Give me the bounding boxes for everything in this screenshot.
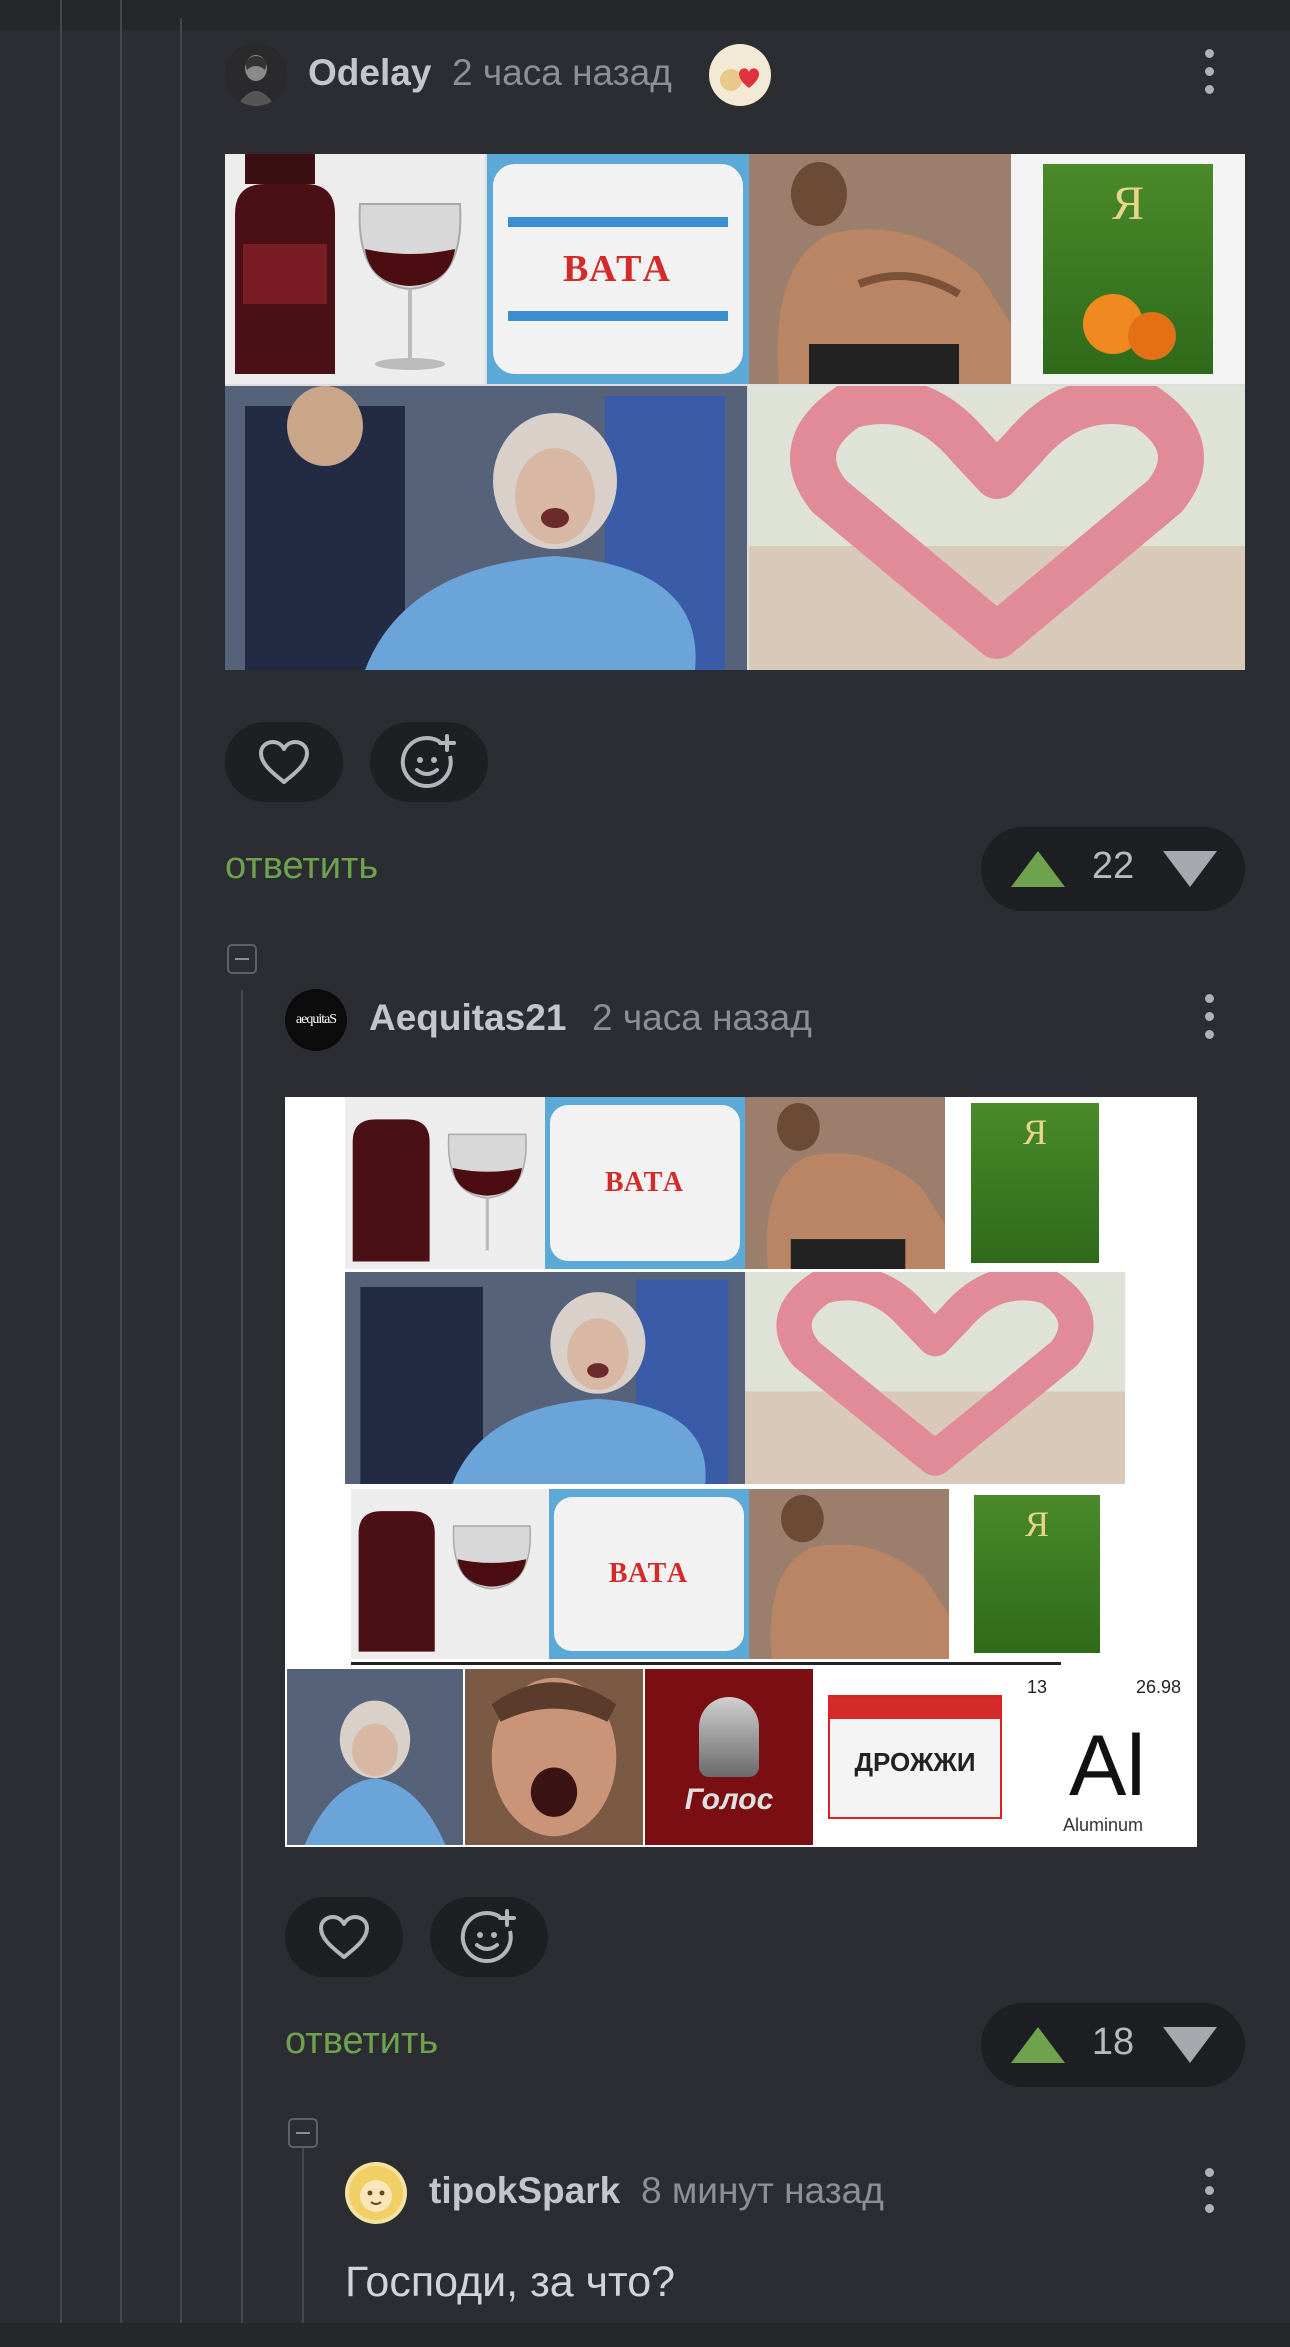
yeast-label: ДРОЖЖИ [854,1746,976,1777]
avatar[interactable] [345,2162,407,2224]
thread-line-4[interactable] [241,990,243,2323]
avatar[interactable]: aequitaS [285,989,347,1051]
upvote-arrow-icon[interactable] [1011,2027,1065,2063]
username[interactable]: tipokSpark [429,2170,620,2212]
rating-value: 18 [1091,2021,1135,2063]
add-emoji-icon [400,734,456,789]
wine-tile [345,1097,545,1269]
screaming-man-tile [465,1669,643,1845]
vata-tile: ВАТА [549,1489,749,1659]
heart-hands-tile [749,386,1245,670]
divider-line [351,1662,1061,1665]
more-options-button[interactable] [1203,2168,1215,2220]
grandma-tile [225,386,747,670]
collapse-thread-button[interactable] [227,944,257,974]
golos-label: Голос [684,1783,774,1816]
username[interactable]: Aequitas21 [369,997,566,1039]
grandma-small-tile [287,1669,463,1845]
fighter-tile [749,154,1011,384]
avatar[interactable] [225,44,287,106]
rating-value: 22 [1091,845,1135,887]
rating-widget: 18 [981,2003,1245,2087]
thread-line-3[interactable] [180,18,182,2323]
username[interactable]: Odelay [308,52,431,94]
element-symbol: Al [1069,1718,1146,1814]
wine-tile [351,1489,549,1659]
avatar-text: aequitaS [295,1012,337,1027]
award-badge-icon[interactable] [709,44,771,106]
like-button[interactable] [225,722,343,802]
comment-time: 2 часа назад [592,997,812,1038]
aluminum-tile: 13 26.98 Al Aluminum [1017,1669,1195,1845]
element-number: 13 [1027,1677,1048,1697]
comment-image[interactable]: ВАТА Я [225,154,1245,670]
comment-time: 2 часа назад [452,52,672,93]
reply-button[interactable]: ответить [285,2020,438,2063]
vata-label: ВАТА [608,1558,690,1589]
wine-tile [225,154,485,384]
collapse-thread-button[interactable] [288,2118,318,2148]
juice-tile: Я [1011,154,1245,384]
more-vertical-icon [1204,2168,1214,2177]
vata-tile: ВАТА [545,1097,745,1269]
avatar-emoji-icon [349,2166,403,2220]
more-options-button[interactable] [1203,994,1215,1046]
upvote-arrow-icon[interactable] [1011,851,1065,887]
top-bar [0,0,1290,30]
reaction-button[interactable] [430,1897,548,1977]
more-options-button[interactable] [1203,49,1215,101]
golos-tile: Голос [645,1669,813,1845]
bottom-bar [0,2323,1290,2347]
comment-text: Господи, за что? [345,2258,676,2306]
downvote-arrow-icon[interactable] [1163,2027,1217,2063]
juice-label: Я [1111,177,1144,230]
comment-time: 8 минут назад [641,2170,884,2211]
more-vertical-icon [1204,994,1214,1003]
vata-label: ВАТА [563,248,673,290]
thread-line-2[interactable] [120,0,122,2323]
vata-tile: ВАТА [487,154,749,384]
reply-button[interactable]: ответить [225,845,378,888]
juice-tile: Я [949,1489,1125,1659]
add-emoji-icon [460,1909,516,1964]
fighter-tile [745,1097,945,1269]
fighter-tile [749,1489,949,1659]
avatar-portrait-icon [225,44,287,106]
juice-label: Я [1024,1504,1049,1544]
yeast-tile: ДРОЖЖИ [815,1669,1015,1845]
like-button[interactable] [285,1897,403,1977]
heart-icon [319,1915,369,1959]
more-vertical-icon [1204,49,1214,58]
heart-icon [259,740,309,784]
element-name: Aluminum [1063,1815,1144,1835]
vata-label: ВАТА [604,1167,686,1198]
heart-hands-tile [745,1272,1125,1484]
rating-widget: 22 [981,827,1245,911]
juice-label: Я [1022,1112,1047,1152]
grandma-tile [345,1272,745,1484]
thread-line-1[interactable] [60,0,62,2323]
thread-line-5[interactable] [302,2148,304,2323]
downvote-arrow-icon[interactable] [1163,851,1217,887]
comment-image[interactable]: ВАТА Я [285,1097,1197,1847]
reaction-button[interactable] [370,722,488,802]
element-mass: 26.98 [1135,1677,1181,1697]
juice-tile: Я [945,1097,1125,1269]
